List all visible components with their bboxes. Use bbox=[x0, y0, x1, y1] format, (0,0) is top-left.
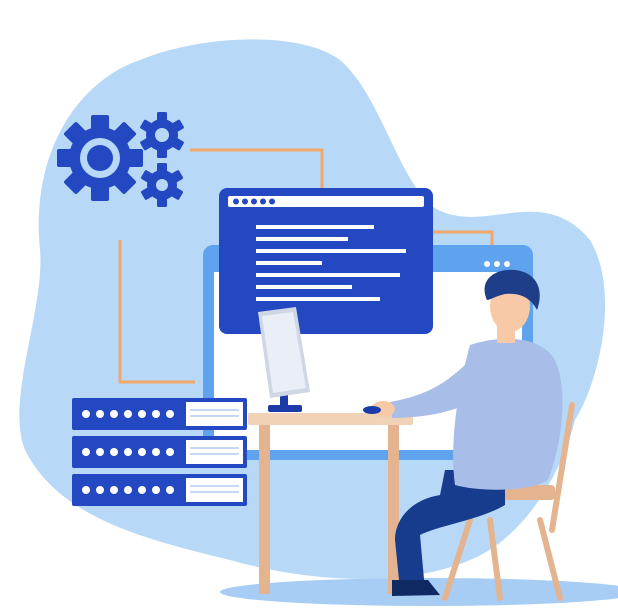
illustration bbox=[19, 39, 618, 606]
code-window-icon bbox=[219, 188, 433, 334]
monitor-title-dots bbox=[484, 261, 510, 267]
code-window-titlebar bbox=[228, 196, 424, 207]
server-unit bbox=[72, 398, 247, 430]
server-rack-icon bbox=[72, 398, 247, 506]
large-gear bbox=[57, 115, 143, 201]
desk-mouse bbox=[363, 406, 381, 414]
code-window-body bbox=[219, 188, 433, 334]
server-unit bbox=[72, 474, 247, 506]
server-unit bbox=[72, 436, 247, 468]
